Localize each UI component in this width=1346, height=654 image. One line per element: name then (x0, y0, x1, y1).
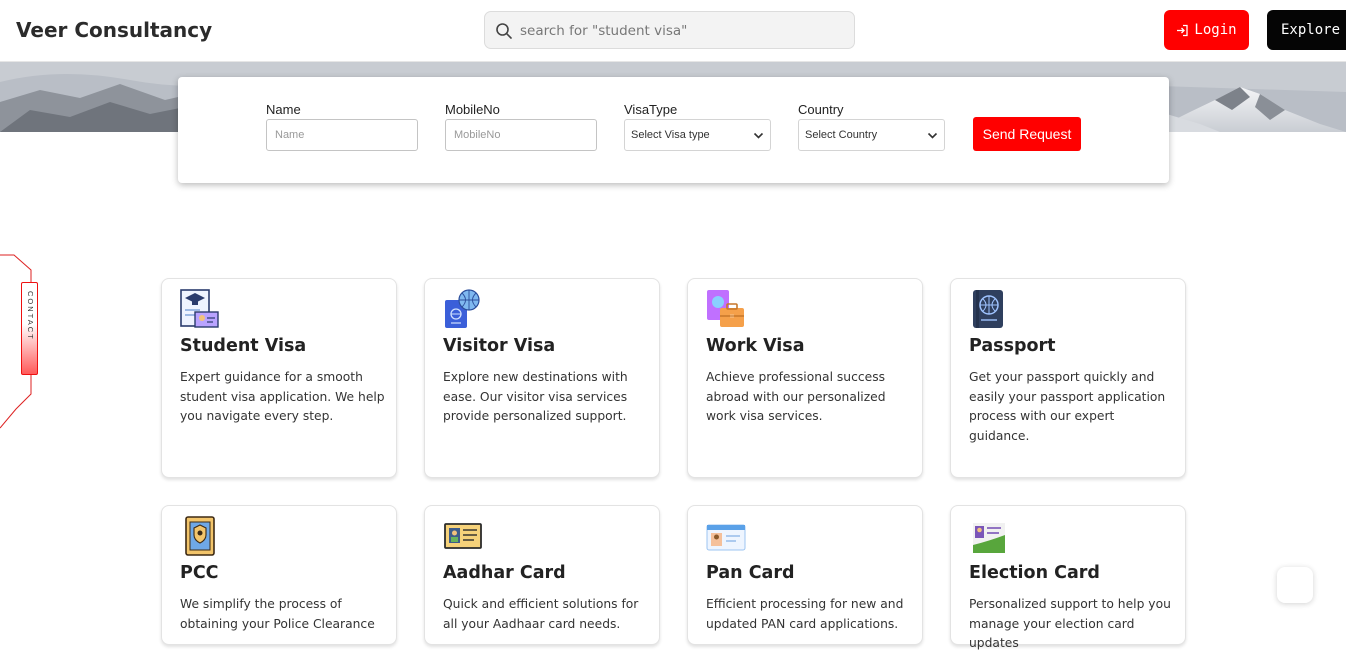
contact-tab[interactable]: CONTACT (21, 282, 38, 375)
login-label: Login (1194, 22, 1237, 38)
name-input[interactable] (266, 119, 418, 151)
card-title: Pan Card (706, 563, 795, 583)
mobile-label: MobileNo (445, 102, 500, 117)
card-description: Quick and efficient solutions for all yo… (443, 597, 639, 631)
work-visa-icon (707, 290, 744, 327)
card-title: Aadhar Card (443, 563, 566, 583)
mobile-input[interactable] (445, 119, 597, 151)
visa-type-label: VisaType (624, 102, 678, 117)
chevron-down-icon (753, 132, 764, 139)
card-title: Passport (969, 336, 1056, 356)
service-card-work-visa[interactable]: Work Visa Achieve professional success a… (687, 278, 923, 478)
brand-logo-text[interactable]: Veer Consultancy (16, 18, 212, 42)
login-button[interactable]: Login (1164, 10, 1249, 50)
search-icon (496, 23, 512, 39)
election-card-icon (973, 523, 1005, 553)
card-description: We simplify the process of obtaining you… (180, 597, 375, 631)
passport-icon (973, 290, 1003, 328)
floating-chat-button[interactable] (1277, 567, 1313, 603)
card-title: PCC (180, 563, 219, 583)
card-description: Achieve professional success abroad with… (706, 370, 886, 423)
card-title: Work Visa (706, 336, 805, 356)
contact-tab-label: CONTACT (26, 291, 35, 341)
card-description: Personalized support to help you manage … (969, 597, 1171, 650)
card-description: Efficient processing for new and updated… (706, 597, 904, 631)
service-card-election-card[interactable]: Election Card Personalized support to he… (950, 505, 1186, 650)
pcc-icon (185, 516, 215, 556)
card-description: Get your passport quickly and easily you… (969, 370, 1166, 443)
name-label: Name (266, 102, 301, 117)
enquiry-form-card: Name MobileNo VisaType Select Visa type … (178, 77, 1169, 183)
country-select[interactable]: Select Country (798, 119, 945, 151)
card-description: Explore new destinations with ease. Our … (443, 370, 628, 423)
send-request-button[interactable]: Send Request (973, 117, 1081, 151)
card-title: Visitor Visa (443, 336, 556, 356)
service-card-aadhar-card[interactable]: Aadhar Card Quick and efficient solution… (424, 505, 660, 645)
card-description: Expert guidance for a smooth student vis… (180, 370, 385, 423)
visitor-visa-icon (445, 289, 480, 328)
service-card-pcc[interactable]: PCC We simplify the process of obtaining… (161, 505, 397, 645)
explore-button[interactable]: Explore (1267, 10, 1346, 50)
aadhar-card-icon (444, 523, 482, 549)
country-label: Country (798, 102, 844, 117)
service-card-visitor-visa[interactable]: Visitor Visa Explore new destinations wi… (424, 278, 660, 478)
pan-card-icon (706, 524, 746, 551)
student-visa-icon (180, 289, 219, 328)
service-card-passport[interactable]: Passport Get your passport quickly and e… (950, 278, 1186, 478)
visa-type-selected: Select Visa type (631, 129, 710, 141)
login-icon (1177, 24, 1189, 36)
card-title: Student Visa (180, 336, 307, 356)
contact-side-widget[interactable]: CONTACT (0, 254, 40, 430)
search-bar[interactable] (484, 11, 855, 49)
chevron-down-icon (927, 132, 938, 139)
service-card-student-visa[interactable]: Student Visa Expert guidance for a smoot… (161, 278, 397, 478)
visa-type-select[interactable]: Select Visa type (624, 119, 771, 151)
service-card-pan-card[interactable]: Pan Card Efficient processing for new an… (687, 505, 923, 645)
card-title: Election Card (969, 563, 1100, 583)
country-selected: Select Country (805, 129, 878, 141)
top-header: Veer Consultancy Login Explore (0, 0, 1346, 62)
search-input[interactable] (520, 20, 840, 42)
